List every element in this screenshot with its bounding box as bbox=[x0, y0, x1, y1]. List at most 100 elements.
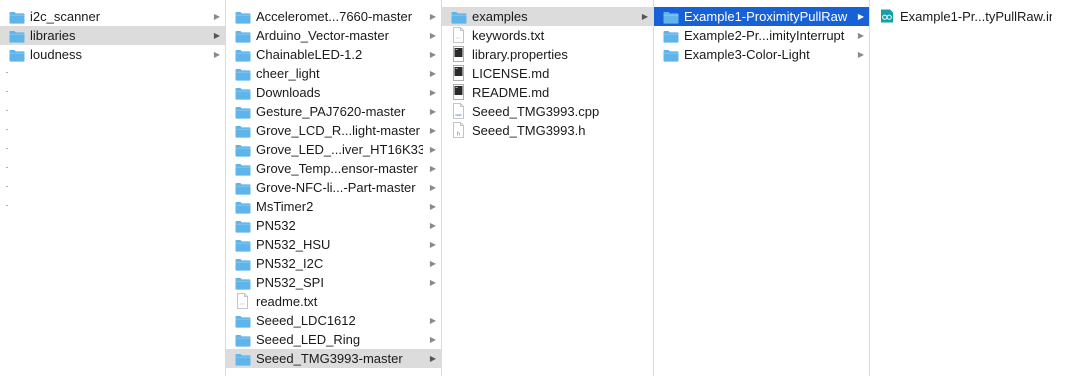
chevron-right-icon: ▶ bbox=[429, 259, 436, 268]
item-label: keywords.txt bbox=[472, 28, 545, 43]
chevron-right-icon: ▶ bbox=[429, 221, 436, 230]
item-label: MsTimer2 bbox=[256, 199, 314, 214]
item-label: Seeed_LDC1612 bbox=[256, 313, 356, 328]
chevron-right-icon: ▶ bbox=[429, 354, 436, 363]
folder-row[interactable]: Seeed_LDC1612 ▶ bbox=[226, 311, 441, 330]
item-label: Downloads bbox=[256, 85, 321, 100]
folder-icon bbox=[235, 143, 251, 157]
file-row[interactable]: keywords.txt bbox=[442, 26, 653, 45]
edge-tick bbox=[6, 186, 8, 187]
item-label: README.md bbox=[472, 85, 550, 100]
column-4[interactable]: Example1-ProximityPullRaw ▶ Example2-Pr..… bbox=[654, 0, 870, 376]
folder-row[interactable]: libraries ▶ bbox=[0, 26, 225, 45]
folder-row[interactable]: Grove_LED_...iver_HT16K33 ▶ bbox=[226, 140, 441, 159]
folder-icon bbox=[235, 276, 251, 290]
folder-row[interactable]: MsTimer2 ▶ bbox=[226, 197, 441, 216]
item-label: Acceleromet...7660-master bbox=[256, 9, 413, 24]
file-row[interactable]: README.md bbox=[442, 83, 653, 102]
item-label: Grove_LCD_R...light-master bbox=[256, 123, 420, 138]
chevron-right-icon: ▶ bbox=[213, 12, 220, 21]
folder-row[interactable]: ChainableLED-1.2 ▶ bbox=[226, 45, 441, 64]
column-5[interactable]: Example1-Pr...tyPullRaw.ino bbox=[870, 0, 1070, 376]
folder-icon bbox=[235, 181, 251, 195]
item-label: ChainableLED-1.2 bbox=[256, 47, 363, 62]
item-label: PN532_SPI bbox=[256, 275, 324, 290]
text-file-icon bbox=[237, 293, 248, 309]
edge-tick bbox=[6, 148, 8, 149]
item-label: examples bbox=[472, 9, 528, 24]
chevron-right-icon: ▶ bbox=[857, 12, 864, 21]
item-label: Arduino_Vector-master bbox=[256, 28, 389, 43]
item-label: Gesture_PAJ7620-master bbox=[256, 104, 406, 119]
item-label: Seeed_TMG3993-master bbox=[256, 351, 403, 366]
chevron-right-icon: ▶ bbox=[429, 12, 436, 21]
arduino-file-icon bbox=[879, 9, 895, 23]
folder-row[interactable]: PN532 ▶ bbox=[226, 216, 441, 235]
folder-icon bbox=[235, 162, 251, 176]
column-3[interactable]: examples ▶ keywords.txt library.propertie… bbox=[442, 0, 654, 376]
folder-row[interactable]: Gesture_PAJ7620-master ▶ bbox=[226, 102, 441, 121]
folder-row[interactable]: cheer_light ▶ bbox=[226, 64, 441, 83]
folder-row[interactable]: Arduino_Vector-master ▶ bbox=[226, 26, 441, 45]
edge-tick bbox=[6, 205, 8, 206]
file-row[interactable]: h Seeed_TMG3993.h bbox=[442, 121, 653, 140]
folder-row[interactable]: Seeed_LED_Ring ▶ bbox=[226, 330, 441, 349]
item-label: i2c_scanner bbox=[30, 9, 101, 24]
item-label: Example1-Pr...tyPullRaw.ino bbox=[900, 9, 1052, 24]
folder-icon bbox=[235, 333, 251, 347]
document-file-icon bbox=[453, 84, 464, 100]
chevron-right-icon: ▶ bbox=[429, 126, 436, 135]
folder-row[interactable]: Grove_Temp...ensor-master ▶ bbox=[226, 159, 441, 178]
folder-row[interactable]: PN532_HSU ▶ bbox=[226, 235, 441, 254]
folder-row[interactable]: loudness ▶ bbox=[0, 45, 225, 64]
folder-icon bbox=[235, 314, 251, 328]
item-label: library.properties bbox=[472, 47, 568, 62]
folder-row[interactable]: Seeed_TMG3993-master ▶ bbox=[226, 349, 441, 368]
item-label: Grove-NFC-li...-Part-master bbox=[256, 180, 416, 195]
chevron-right-icon: ▶ bbox=[429, 316, 436, 325]
item-label: cheer_light bbox=[256, 66, 320, 81]
folder-icon bbox=[235, 200, 251, 214]
folder-row[interactable]: Downloads ▶ bbox=[226, 83, 441, 102]
folder-row[interactable]: PN532_I2C ▶ bbox=[226, 254, 441, 273]
folder-row[interactable]: i2c_scanner ▶ bbox=[0, 7, 225, 26]
chevron-right-icon: ▶ bbox=[857, 50, 864, 59]
chevron-right-icon: ▶ bbox=[213, 50, 220, 59]
folder-icon bbox=[235, 67, 251, 81]
folder-icon bbox=[9, 48, 25, 62]
chevron-right-icon: ▶ bbox=[429, 50, 436, 59]
file-row[interactable]: LICENSE.md bbox=[442, 64, 653, 83]
folder-icon bbox=[235, 238, 251, 252]
chevron-right-icon: ▶ bbox=[429, 164, 436, 173]
folder-row[interactable]: examples ▶ bbox=[442, 7, 653, 26]
item-label: PN532_HSU bbox=[256, 237, 331, 252]
file-row[interactable]: readme.txt bbox=[226, 292, 441, 311]
folder-row[interactable]: Example3-Color-Light ▶ bbox=[654, 45, 869, 64]
chevron-right-icon: ▶ bbox=[429, 107, 436, 116]
item-label: Seeed_TMG3993.cpp bbox=[472, 104, 600, 119]
folder-row[interactable]: Example2-Pr...imityInterrupt ▶ bbox=[654, 26, 869, 45]
edge-tick bbox=[6, 129, 8, 130]
folder-icon bbox=[663, 48, 679, 62]
item-label: PN532 bbox=[256, 218, 296, 233]
folder-row[interactable]: Example1-ProximityPullRaw ▶ bbox=[654, 7, 869, 26]
document-file-icon bbox=[453, 46, 464, 62]
column-browser: i2c_scanner ▶ libraries ▶ loudness ▶ Accele… bbox=[0, 0, 1070, 376]
folder-icon bbox=[9, 10, 25, 24]
folder-row[interactable]: PN532_SPI ▶ bbox=[226, 273, 441, 292]
folder-icon bbox=[451, 10, 467, 24]
folder-icon bbox=[235, 124, 251, 138]
svg-text:cpp: cpp bbox=[455, 113, 461, 117]
file-row[interactable]: Example1-Pr...tyPullRaw.ino bbox=[870, 7, 1070, 26]
folder-icon bbox=[663, 29, 679, 43]
file-row[interactable]: library.properties bbox=[442, 45, 653, 64]
chevron-right-icon: ▶ bbox=[429, 335, 436, 344]
file-row[interactable]: cpp Seeed_TMG3993.cpp bbox=[442, 102, 653, 121]
folder-icon bbox=[235, 219, 251, 233]
folder-row[interactable]: Grove-NFC-li...-Part-master ▶ bbox=[226, 178, 441, 197]
item-label: Example3-Color-Light bbox=[684, 47, 810, 62]
folder-row[interactable]: Acceleromet...7660-master ▶ bbox=[226, 7, 441, 26]
folder-row[interactable]: Grove_LCD_R...light-master ▶ bbox=[226, 121, 441, 140]
column-1[interactable]: i2c_scanner ▶ libraries ▶ loudness ▶ bbox=[0, 0, 226, 376]
column-2[interactable]: Acceleromet...7660-master ▶ Arduino_Vecto… bbox=[226, 0, 442, 376]
